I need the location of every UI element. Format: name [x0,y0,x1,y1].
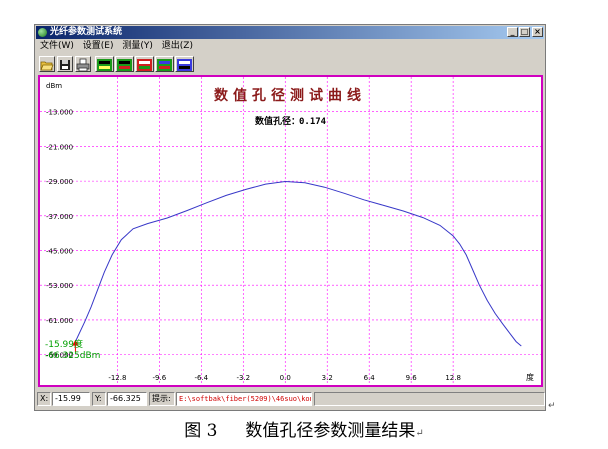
status-hint-value: E:\softbak\fiber(5209)\46suo\kong.dat [176,392,312,406]
y-axis-label: dBm [46,82,62,90]
x-tick-label: 0.0 [280,374,291,382]
measure-2-button[interactable] [115,56,134,72]
print-button[interactable] [75,56,91,72]
menu-bar: 文件(W) 设置(E) 测量(Y) 退出(Z) [37,40,196,53]
x-tick-labels: -12.8 -9.6 -6.4 -3.2 0.0 3.2 6.4 9.6 12.8 [108,374,461,382]
y-tick-label: -13.000 [46,109,73,117]
app-icon [38,28,47,37]
measure-3-icon [137,59,152,71]
na-label: 数值孔径： [255,115,300,127]
status-empty-pane [314,392,545,406]
status-x-value: -15.99 [52,392,90,406]
measure-1-icon [97,59,112,71]
minimize-button[interactable]: _ [507,27,518,37]
caption-text: 数值孔径参数测量结果 [245,421,416,441]
save-disk-icon [60,60,70,70]
y-tick-label: -21.000 [46,143,73,151]
menu-exit[interactable]: 退出(Z) [159,40,196,53]
readout-angle: -15.99度 [45,338,83,350]
y-tick-labels: -13.000 -21.000 -29.000 -37.000 -45.000 -53.0… [46,109,73,360]
status-y-value: -66.325 [107,392,147,406]
menu-file[interactable]: 文件(W) [37,40,77,53]
measure-5-icon [177,59,192,71]
figure-caption: 图 3 数值孔径参数测量结果↵ [0,416,608,441]
measure-3-button[interactable] [135,56,154,72]
print-icon [76,58,90,72]
y-tick-label: -29.000 [46,178,73,186]
return-mark: ↵ [548,401,556,411]
caption-number: 图 3 [184,421,218,441]
plot-area[interactable]: -13.000 -21.000 -29.000 -37.000 -45.000 -53.0… [38,75,543,387]
x-tick-label: -3.2 [236,374,250,382]
status-bar: X: -15.99 Y: -66.325 提示: E:\softbak\fibe… [37,391,545,408]
y-tick-label: -53.000 [46,282,73,290]
title-bar: 光纤参数测试系统 _ □ × [36,26,544,39]
x-tick-label: -6.4 [194,374,208,382]
close-button[interactable]: × [532,27,543,37]
readout-power: -66.325dBm [45,351,100,361]
menu-measure[interactable]: 测量(Y) [119,40,156,53]
na-chart: -13.000 -21.000 -29.000 -37.000 -45.000 -53.0… [40,77,541,385]
y-tick-label: -61.000 [46,317,73,325]
toolbar [37,55,545,73]
x-tick-label: 3.2 [322,374,333,382]
x-tick-label: -9.6 [153,374,167,382]
x-tick-label: 9.6 [406,374,418,382]
measure-1-button[interactable] [95,56,114,72]
measure-4-button[interactable] [155,56,174,72]
window-title: 光纤参数测试系统 [50,27,123,37]
open-folder-icon [40,61,54,71]
na-curve-series [74,180,522,347]
menu-settings[interactable]: 设置(E) [80,40,117,53]
na-value: 0.174 [299,117,327,127]
measure-4-icon [157,59,172,71]
maximize-button[interactable]: □ [519,27,530,37]
y-tick-label: -45.000 [46,248,73,256]
x-axis-label: 度 [526,372,534,382]
status-y-label: Y: [92,392,106,406]
measure-5-button[interactable] [175,56,194,72]
measure-2-icon [117,59,132,71]
status-x-label: X: [37,392,51,406]
save-button[interactable] [57,56,73,72]
chart-title: 数值孔径测试曲线 [214,87,366,104]
status-hint-label: 提示: [149,392,175,406]
x-tick-label: 6.4 [364,374,376,382]
y-tick-label: -37.000 [46,213,73,221]
x-tick-label: 12.8 [445,374,461,382]
app-window: 光纤参数测试系统 _ □ × 文件(W) 设置(E) 测量(Y) 退出(Z) -… [34,24,546,411]
open-folder-button[interactable] [39,56,55,72]
caption-return-mark: ↵ [415,428,424,439]
x-tick-label: -12.8 [108,374,126,382]
